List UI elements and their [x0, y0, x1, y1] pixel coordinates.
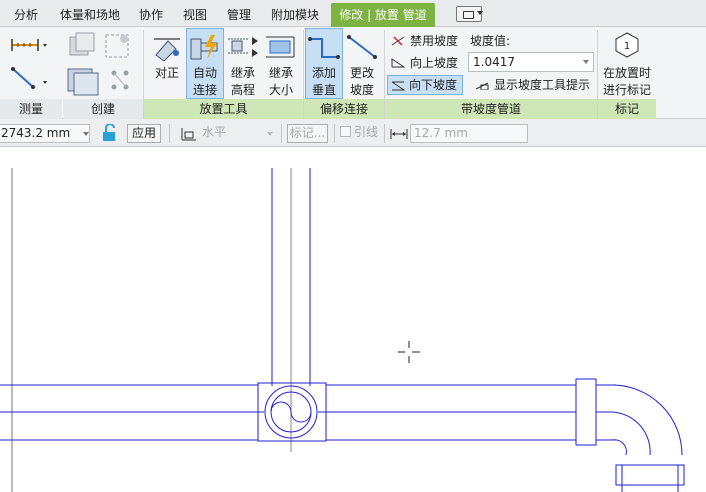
- create-similar-icon[interactable]: [66, 65, 136, 97]
- panel-label-tag[interactable]: 标记: [598, 99, 656, 119]
- options-bar: 2743.2 mm 应用 水平 标记... 引线 12.7 mm: [0, 119, 706, 147]
- leader-length-value: 12.7 mm: [414, 126, 468, 140]
- slope-up-icon: [391, 58, 405, 68]
- add-vertical-label-1: 添加: [311, 66, 336, 80]
- measure-between-references-icon[interactable]: [8, 33, 48, 57]
- disable-slope-button[interactable]: 禁用坡度: [388, 31, 458, 51]
- auto-connect-icon: [190, 35, 218, 60]
- add-vertical-label-2: 垂直: [311, 83, 336, 97]
- chevron-down-icon[interactable]: [83, 132, 89, 136]
- tab-manage[interactable]: 管理: [220, 4, 258, 26]
- slope-down-icon: [391, 81, 405, 91]
- justification-icon: [181, 128, 196, 141]
- auto-connect-label-2: 连接: [192, 83, 217, 97]
- change-slope-label-2: 坡度: [349, 83, 374, 97]
- panel-label-placement-tools[interactable]: 放置工具: [144, 99, 303, 119]
- change-slope-button[interactable]: 更改 坡度: [343, 65, 381, 99]
- options-separator: [169, 124, 170, 143]
- change-slope-icon: [347, 35, 377, 59]
- slope-down-label: 向下坡度: [409, 78, 458, 92]
- add-vertical-icon: [308, 37, 340, 59]
- ribbon-tab-bar: 分析 体量和场地 协作 视图 管理 附加模块 修改 | 放置 管道: [0, 0, 706, 27]
- panel-label-create[interactable]: 创建: [63, 99, 143, 119]
- leader-length-input[interactable]: 12.7 mm: [410, 124, 528, 143]
- slope-up-button[interactable]: 向上坡度: [388, 53, 458, 73]
- canvas-header: [0, 147, 706, 168]
- leader-checkbox-box: [340, 126, 351, 137]
- inherit-size-icon: [266, 36, 295, 58]
- ribbon-panel-labels: 测量 创建 放置工具 偏移连接 带坡度管道 标记: [0, 99, 706, 119]
- tag-on-placement-icon: 1: [615, 32, 639, 58]
- options-separator: [334, 124, 335, 143]
- apply-button[interactable]: 应用: [127, 124, 161, 143]
- tag-on-placement-label-1: 在放置时: [602, 66, 651, 80]
- chevron-down-icon: [583, 60, 589, 64]
- tag-on-placement-label-2: 进行标记: [602, 83, 651, 97]
- crosshair-cursor-icon: [398, 341, 420, 363]
- leader-checkbox[interactable]: 引线: [340, 124, 386, 143]
- options-separator: [384, 124, 385, 143]
- justify-button[interactable]: 对正: [150, 65, 184, 82]
- inherit-elevation-icon: [228, 37, 258, 57]
- add-vertical-button[interactable]: 添加 垂直: [305, 28, 343, 99]
- slope-value-select[interactable]: 1.0417: [468, 52, 594, 72]
- panel-label-sloped-pipe[interactable]: 带坡度管道: [385, 99, 597, 119]
- slope-tooltip-icon: [475, 82, 489, 90]
- create-component-icon[interactable]: [66, 31, 136, 61]
- justification-value: 水平: [202, 125, 227, 139]
- tag-number: 1: [624, 41, 630, 52]
- elbow-center-arc: [596, 411, 651, 456]
- inherit-elevation-button[interactable]: 继承 高程: [224, 65, 262, 99]
- auto-connect-label-1: 自动: [192, 66, 217, 80]
- auto-connect-button[interactable]: 自动 连接: [186, 28, 224, 99]
- options-separator: [281, 124, 282, 143]
- disable-slope-icon: [391, 36, 405, 46]
- show-slope-tooltip-label: 显示坡度工具提示: [494, 78, 591, 92]
- tab-analyze[interactable]: 分析: [6, 4, 46, 26]
- tab-addins[interactable]: 附加模块: [264, 4, 326, 26]
- inherit-size-button[interactable]: 继承 大小: [262, 65, 300, 99]
- elbow-lower-coupling: [615, 464, 685, 486]
- show-slope-tooltip-button[interactable]: 显示坡度工具提示: [472, 75, 590, 95]
- elbow-outer-arc: [596, 384, 683, 456]
- elbow-inner-arc: [596, 439, 627, 456]
- slope-down-button[interactable]: 向下坡度: [387, 75, 463, 95]
- slope-value-text: 1.0417: [473, 55, 515, 69]
- chevron-down-icon[interactable]: [267, 132, 273, 136]
- tab-collaborate[interactable]: 协作: [132, 4, 170, 26]
- panel-label-offset-connect[interactable]: 偏移连接: [304, 99, 384, 119]
- inherit-size-label-1: 继承: [268, 66, 293, 80]
- tag-on-placement-button[interactable]: 在放置时 进行标记: [600, 65, 654, 99]
- offset-value: 2743.2 mm: [1, 126, 71, 140]
- drawing-canvas[interactable]: [0, 168, 706, 492]
- justify-label: 对正: [154, 66, 179, 80]
- tag-settings-button[interactable]: 标记...: [287, 124, 328, 143]
- measure-along-element-icon[interactable]: [8, 63, 48, 93]
- slope-value-label: 坡度值:: [470, 34, 511, 48]
- change-slope-label-1: 更改: [349, 66, 374, 80]
- inherit-elevation-label-1: 继承: [230, 66, 255, 80]
- disable-slope-label: 禁用坡度: [410, 34, 459, 48]
- leader-label: 引线: [354, 125, 379, 139]
- leader-length-icon: [390, 129, 408, 139]
- inherit-elevation-label-2: 高程: [230, 83, 255, 97]
- elbow-coupling: [575, 378, 597, 446]
- justify-icon: [154, 38, 180, 62]
- tab-view[interactable]: 视图: [176, 4, 214, 26]
- panel-label-measure[interactable]: 测量: [0, 99, 62, 119]
- inherit-size-label-2: 大小: [268, 83, 293, 97]
- slope-up-label: 向上坡度: [410, 56, 459, 70]
- tab-massing-site[interactable]: 体量和场地: [52, 4, 128, 26]
- tag-settings-label: 标记...: [289, 126, 326, 140]
- offset-input[interactable]: 2743.2 mm: [0, 124, 90, 143]
- unlock-icon[interactable]: [101, 124, 117, 142]
- tab-modify-place-pipe[interactable]: 修改 | 放置 管道: [331, 3, 435, 27]
- chevron-down-icon[interactable]: [477, 11, 483, 15]
- apply-label: 应用: [131, 126, 156, 140]
